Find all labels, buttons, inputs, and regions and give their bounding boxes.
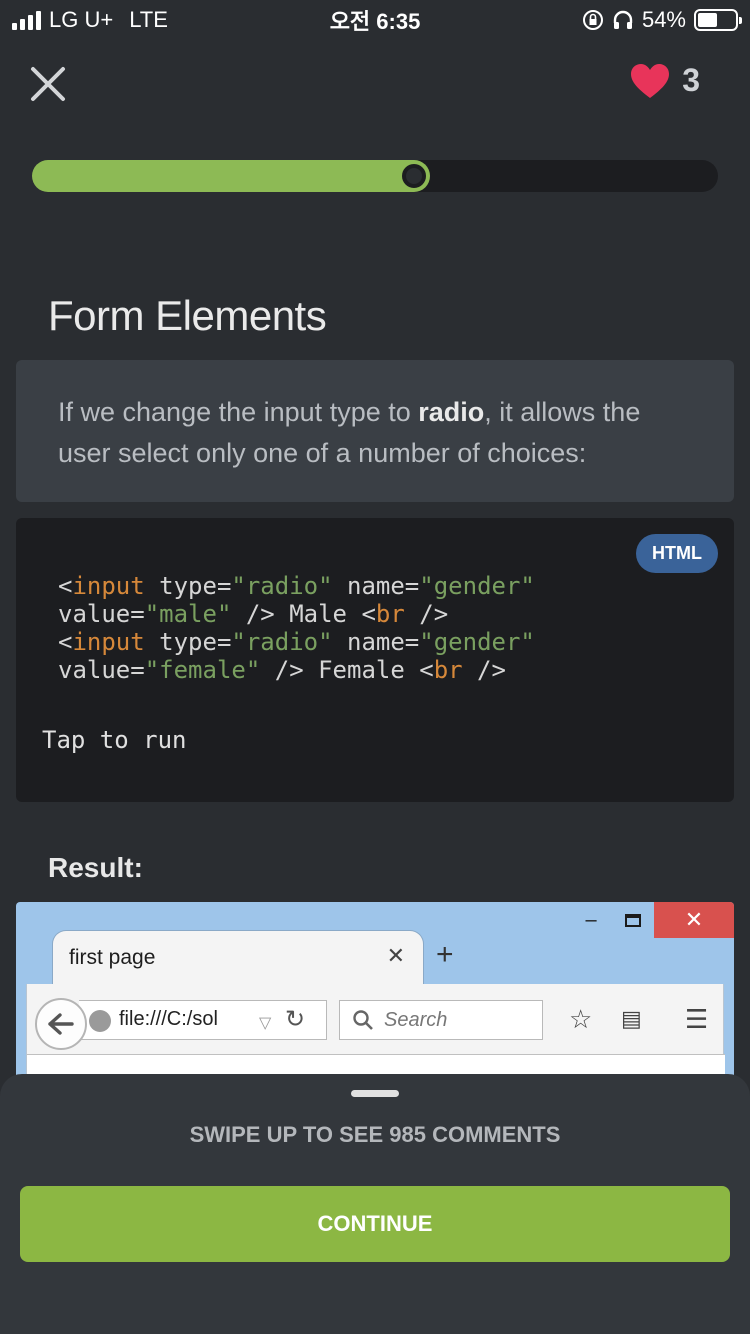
code-text: type= — [144, 572, 232, 600]
code-text: < — [58, 572, 73, 600]
signal-icon — [12, 10, 41, 30]
lives-count: 3 — [682, 62, 700, 98]
desc-keyword: radio — [418, 397, 485, 427]
back-icon — [35, 998, 87, 1050]
code-text: /> Female < — [260, 656, 434, 684]
code-text: /> Male < — [231, 600, 376, 628]
lives-counter: 3 — [630, 62, 700, 99]
magnifier-icon — [353, 1010, 373, 1030]
tap-to-run-button[interactable]: Tap to run — [42, 726, 187, 754]
code-text: type= — [144, 628, 232, 656]
browser-toolbar: file:///C:/sol ▽ ↻ Search ☆ ▤ ☰ — [26, 984, 725, 1082]
code-text: value= — [58, 656, 145, 684]
sheet-handle[interactable] — [351, 1090, 399, 1097]
maximize-icon — [612, 902, 654, 938]
url-text: file:///C:/sol — [119, 1008, 218, 1030]
globe-icon — [89, 1010, 111, 1032]
code-tag: input — [72, 572, 145, 600]
tab-close-icon: ✕ — [386, 943, 405, 968]
status-right: 54% — [582, 7, 742, 33]
close-button[interactable] — [28, 64, 68, 104]
lesson-progress — [32, 160, 718, 192]
code-line: value="male" /> Male <br /> — [58, 600, 535, 628]
code-text: /> — [404, 600, 449, 628]
code-tag: br — [375, 600, 405, 628]
search-placeholder: Search — [384, 1009, 448, 1031]
code-line: <input type="radio" name="gender" — [58, 628, 535, 656]
code-string: "gender" — [419, 572, 535, 600]
minimize-icon: – — [585, 908, 597, 931]
code-lines: <input type="radio" name="gender" value="… — [58, 572, 535, 684]
result-screenshot: – ✕ first page ✕ + file:///C:/sol ▽ ↻ Se… — [16, 902, 734, 1082]
progress-knob — [401, 164, 426, 188]
code-tag: br — [433, 656, 463, 684]
browser-tab-title: first page — [69, 946, 156, 969]
bottom-sheet[interactable]: SWIPE UP TO SEE 985 COMMENTS CONTINUE — [0, 1074, 750, 1334]
reading-list-icon: ▤ — [621, 1006, 642, 1031]
menu-icon: ☰ — [685, 1004, 709, 1034]
network-type: LTE — [129, 7, 168, 32]
new-tab-icon: + — [436, 938, 454, 971]
progress-fill — [32, 160, 430, 192]
continue-button[interactable]: CONTINUE — [20, 1186, 730, 1262]
reload-icon: ↻ — [285, 1006, 306, 1033]
bookmark-star-icon: ☆ — [569, 1004, 593, 1034]
battery-icon — [694, 9, 742, 31]
code-string: "male" — [144, 600, 232, 628]
swipe-comments-text: SWIPE UP TO SEE 985 COMMENTS — [189, 1122, 561, 1147]
window-close-icon: ✕ — [654, 902, 734, 938]
code-text: name= — [332, 572, 420, 600]
carrier-name: LG U+ — [49, 7, 114, 32]
heart-icon — [631, 63, 670, 98]
code-text: < — [58, 628, 73, 656]
orientation-lock-icon — [582, 10, 603, 30]
window-controls: – ✕ — [570, 902, 734, 938]
desc-text-1: If we change the input type to — [58, 397, 419, 427]
status-left: LG U+ LTE — [12, 7, 168, 33]
close-icon — [31, 67, 65, 101]
code-tag: input — [72, 628, 145, 656]
code-string: "gender" — [419, 628, 535, 656]
browser-search-box: Search — [339, 1000, 543, 1040]
dropdown-arrow-icon: ▽ — [259, 1015, 272, 1032]
code-string: "female" — [144, 656, 261, 684]
code-text: name= — [332, 628, 420, 656]
code-block[interactable]: HTML <input type="radio" name="gender" va… — [16, 518, 734, 802]
code-line: <input type="radio" name="gender" — [58, 572, 535, 600]
code-text: value= — [58, 600, 145, 628]
code-line: value="female" /> Female <br /> — [58, 656, 535, 684]
url-bar: file:///C:/sol ▽ ↻ — [79, 1000, 327, 1040]
code-text: /> — [462, 656, 506, 684]
browser-tab: first page ✕ — [52, 930, 424, 986]
headphones-icon — [613, 10, 633, 29]
code-string: "radio" — [231, 628, 333, 656]
code-string: "radio" — [231, 572, 333, 600]
battery-percent: 54% — [641, 7, 686, 32]
status-bar: LG U+ LTE 오전 6:35 54% — [0, 0, 750, 40]
lesson-description: If we change the input type to radio, it… — [16, 360, 734, 502]
lesson-title: Form Elements — [48, 292, 327, 339]
language-badge: HTML — [636, 534, 718, 573]
result-label: Result: — [48, 852, 143, 883]
